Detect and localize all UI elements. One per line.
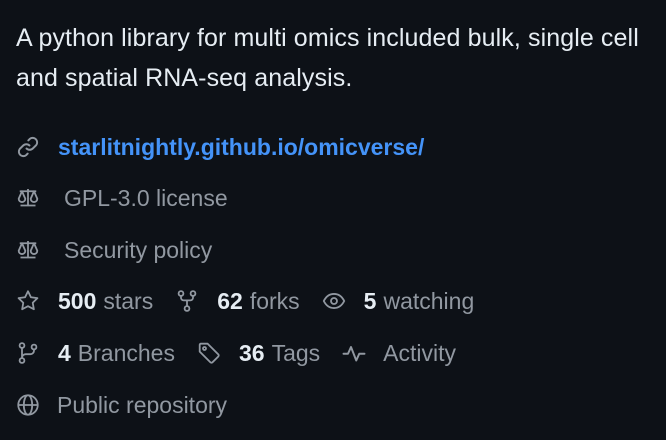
repo-refs-row: 4 Branches 36 Tags Activity (16, 336, 650, 370)
eye-icon (322, 289, 346, 313)
fork-icon (175, 289, 199, 313)
link-icon (16, 135, 40, 159)
tags-link[interactable]: 36 Tags (197, 340, 320, 367)
star-icon (16, 289, 40, 313)
visibility-label: Public repository (57, 391, 228, 418)
repo-stats-row: 500 stars 62 forks 5 watching (16, 284, 650, 318)
watching-count: 5 (363, 287, 377, 314)
license-label: GPL-3.0 license (64, 184, 228, 211)
branch-icon (16, 341, 40, 365)
license-row[interactable]: GPL-3.0 license (16, 181, 650, 215)
tags-count: 36 (238, 339, 265, 366)
scale-icon (16, 238, 40, 262)
activity-label: Activity (383, 339, 456, 366)
forks-count: 62 (217, 287, 243, 314)
security-policy-label: Security policy (64, 236, 213, 263)
watching-stat[interactable]: 5 watching (322, 287, 475, 315)
branches-label: Branches (77, 339, 175, 366)
security-policy-row[interactable]: Security policy (16, 233, 650, 267)
globe-icon (16, 393, 40, 417)
forks-label: forks (249, 287, 300, 314)
repo-description: A python library for multi omics include… (16, 24, 639, 92)
visibility-row: Public repository (16, 388, 650, 422)
branches-count: 4 (58, 339, 71, 366)
activity-link[interactable]: Activity (342, 340, 456, 367)
stars-count: 500 (58, 287, 97, 314)
tags-label: Tags (271, 339, 321, 366)
forks-stat[interactable]: 62 forks (175, 287, 300, 315)
branches-link[interactable]: 4 Branches (16, 340, 175, 367)
website-link[interactable]: starlitnightly.github.io/omicverse/ (58, 134, 424, 161)
stars-stat[interactable]: 500 stars (16, 288, 153, 315)
stars-label: stars (103, 287, 154, 314)
watching-label: watching (383, 287, 475, 314)
website-link-row: starlitnightly.github.io/omicverse/ (16, 130, 650, 164)
tag-icon (197, 341, 221, 365)
pulse-icon (342, 341, 366, 365)
scale-icon (16, 186, 40, 210)
